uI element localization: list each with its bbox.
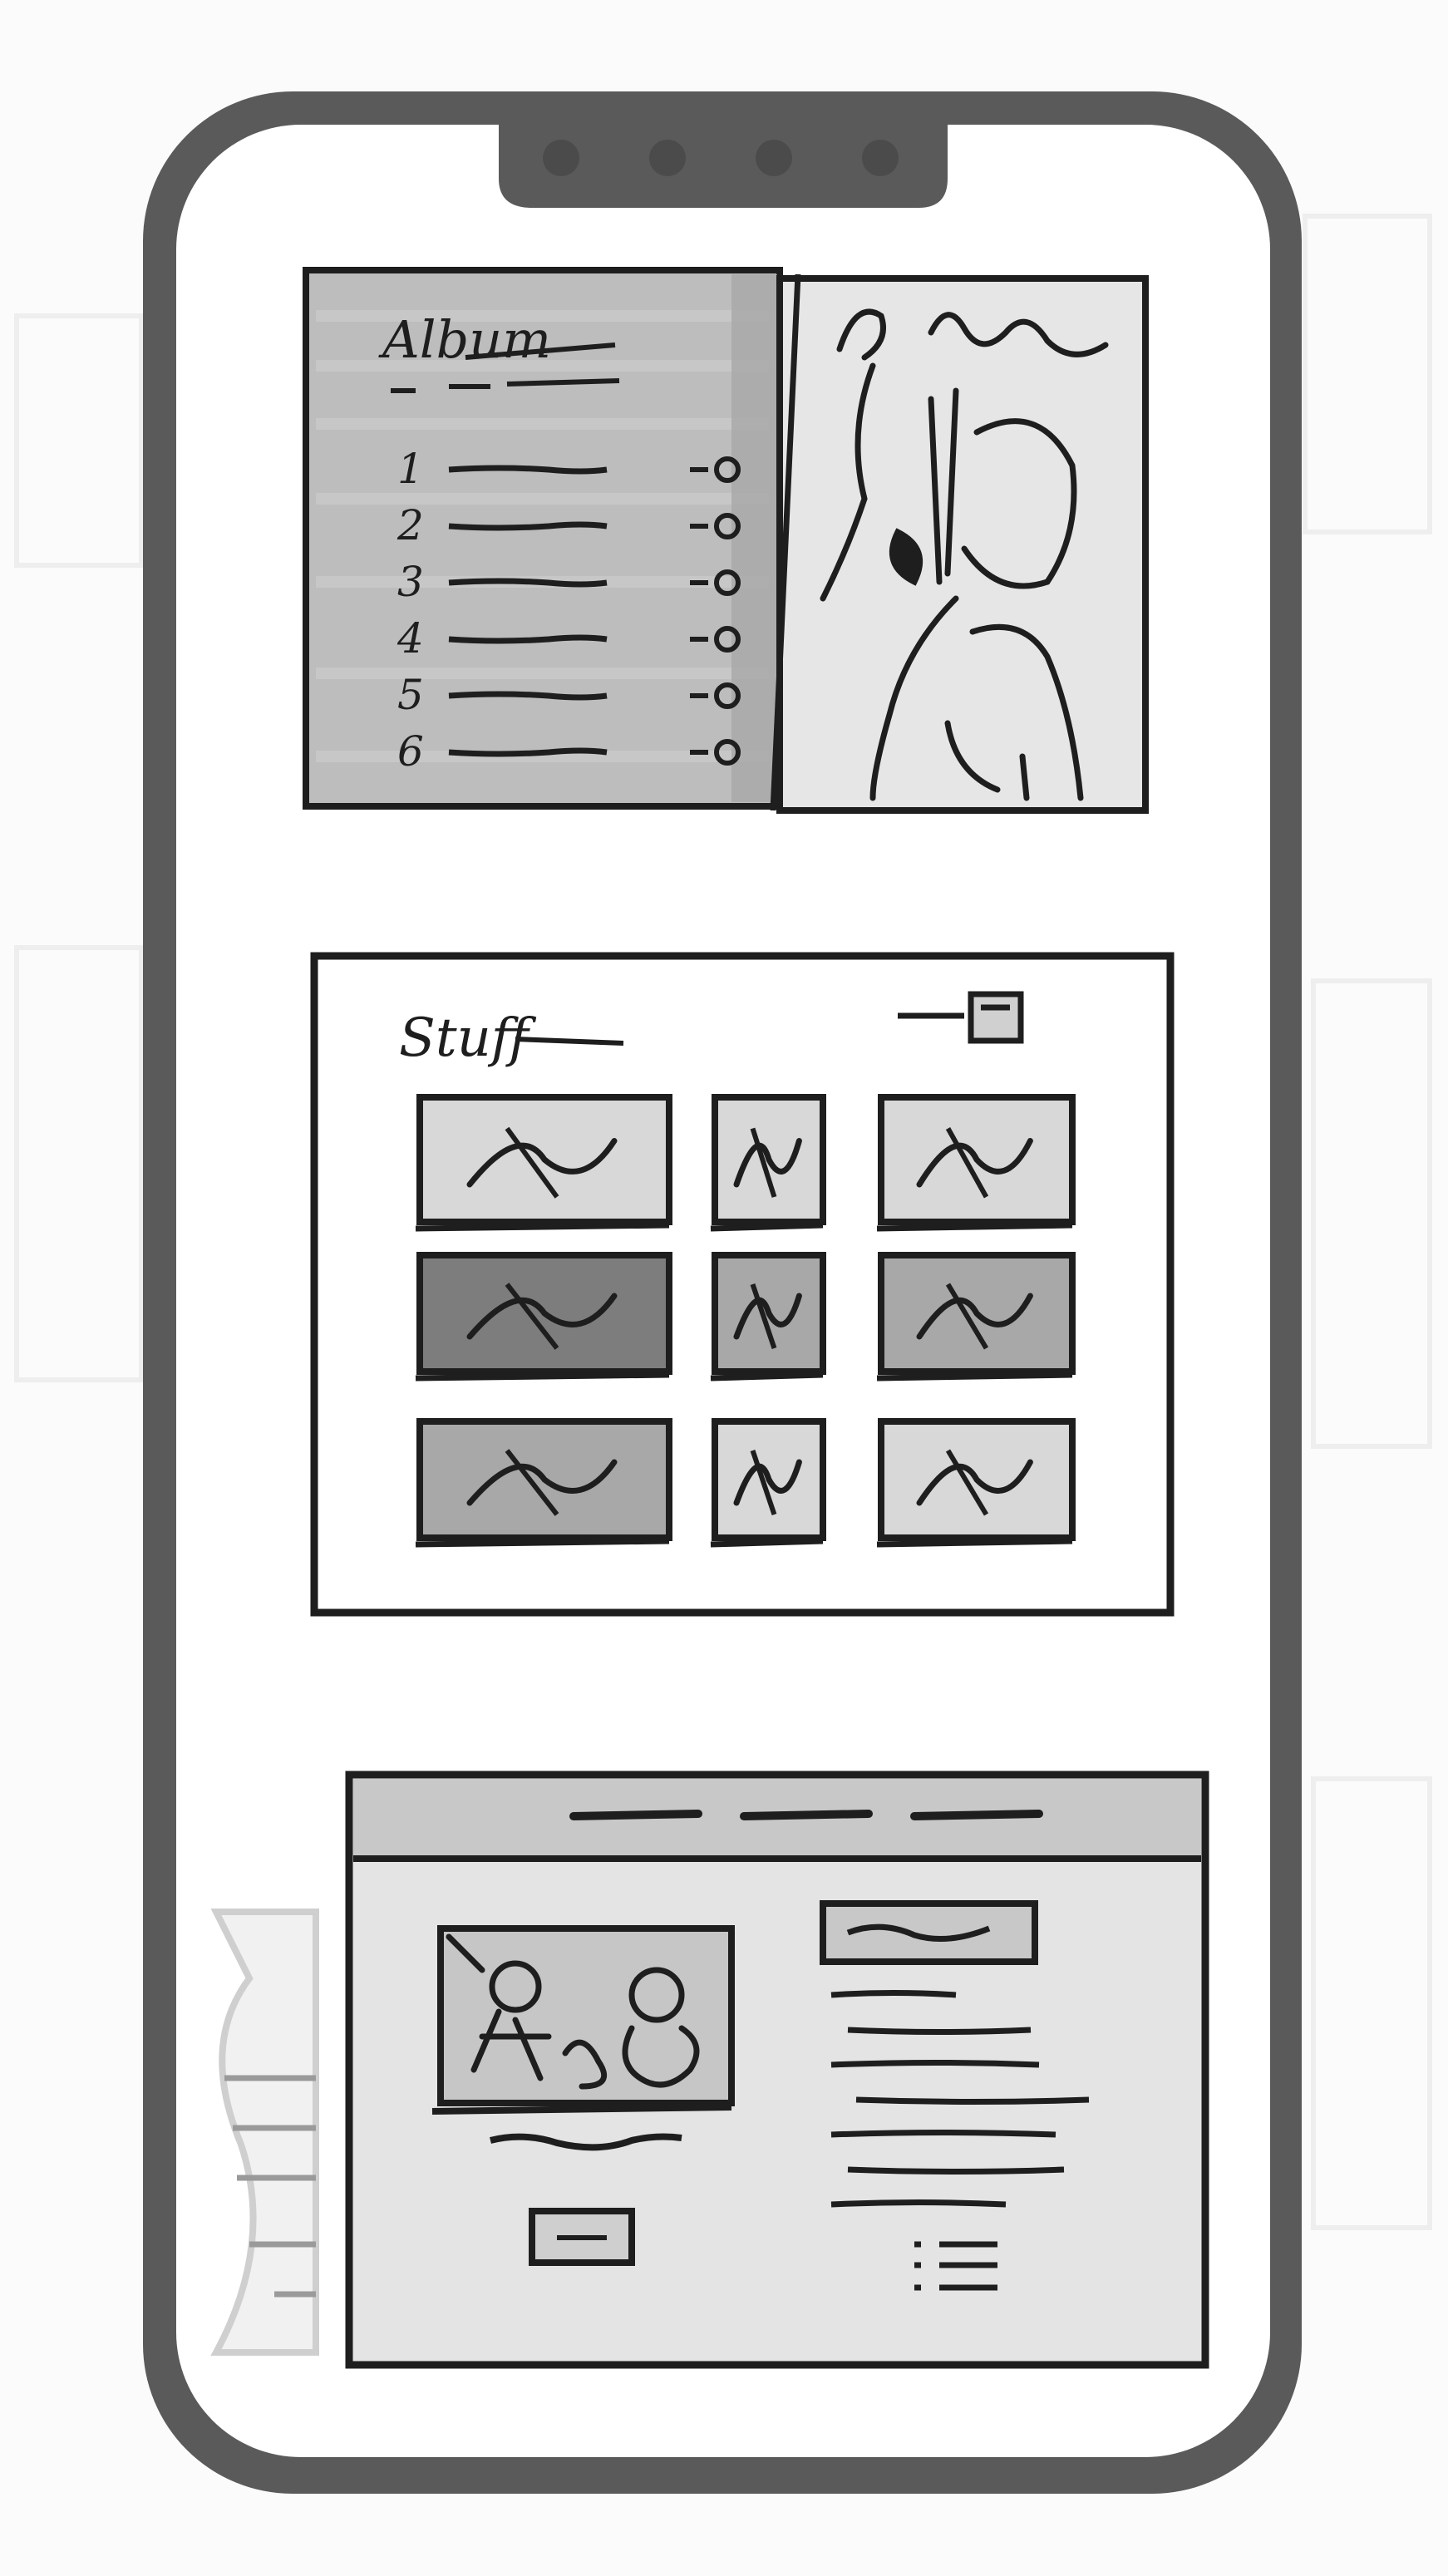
gallery-thumbnail[interactable]	[710, 1252, 826, 1382]
camera-dot	[543, 140, 579, 176]
text-line	[830, 1990, 957, 1998]
track-title-line	[448, 747, 608, 757]
gallery-thumbnail[interactable]	[415, 1094, 672, 1232]
gallery-thumbnail[interactable]	[710, 1094, 826, 1232]
sketch-canvas: Album 1 2 3 4 5 6 Stuff	[0, 0, 1448, 2576]
album-title-scribble: Album	[378, 309, 551, 370]
sketched-figures-icon	[431, 1925, 735, 2115]
cover-art-panel	[776, 275, 1149, 814]
track-title-line	[448, 691, 608, 701]
track-number: 1	[397, 445, 424, 493]
text-line	[847, 2166, 1065, 2175]
gallery-thumbnail[interactable]	[415, 1418, 672, 1548]
track-number: 6	[397, 727, 424, 776]
nav-link-dash[interactable]	[910, 1810, 1043, 1820]
text-line	[830, 2199, 1007, 2208]
track-title-line	[448, 465, 608, 475]
gallery-thumbnail[interactable]	[415, 1252, 672, 1382]
track-title-line	[448, 521, 608, 531]
text-line	[830, 2130, 1056, 2138]
track-number: 2	[396, 501, 424, 549]
track-number: 3	[397, 558, 424, 606]
camera-dot	[756, 140, 792, 176]
detail-screen-sketch	[210, 1771, 1209, 2369]
camera-dot	[862, 140, 899, 176]
gallery-thumbnail[interactable]	[876, 1252, 1076, 1382]
gallery-thumbnail[interactable]	[710, 1418, 826, 1548]
album-screen-sketch: Album 1 2 3 4 5 6	[303, 267, 1149, 814]
nav-links	[569, 1810, 1043, 1820]
text-line	[847, 2027, 1032, 2035]
track-number: 4	[396, 614, 424, 662]
track-title-line	[448, 578, 608, 588]
gallery-thumbnail[interactable]	[876, 1094, 1076, 1232]
camera-dot	[649, 140, 686, 176]
text-line	[855, 2096, 1090, 2105]
thumbnail-grid	[415, 1094, 1076, 1548]
nav-link-dash[interactable]	[569, 1810, 702, 1820]
track-title-line	[448, 634, 608, 644]
text-line	[830, 2060, 1040, 2068]
gallery-screen-sketch: Stuff	[310, 952, 1175, 1617]
nav-link-dash[interactable]	[740, 1810, 873, 1820]
gallery-thumbnail[interactable]	[876, 1418, 1076, 1548]
track-number: 5	[397, 671, 424, 719]
